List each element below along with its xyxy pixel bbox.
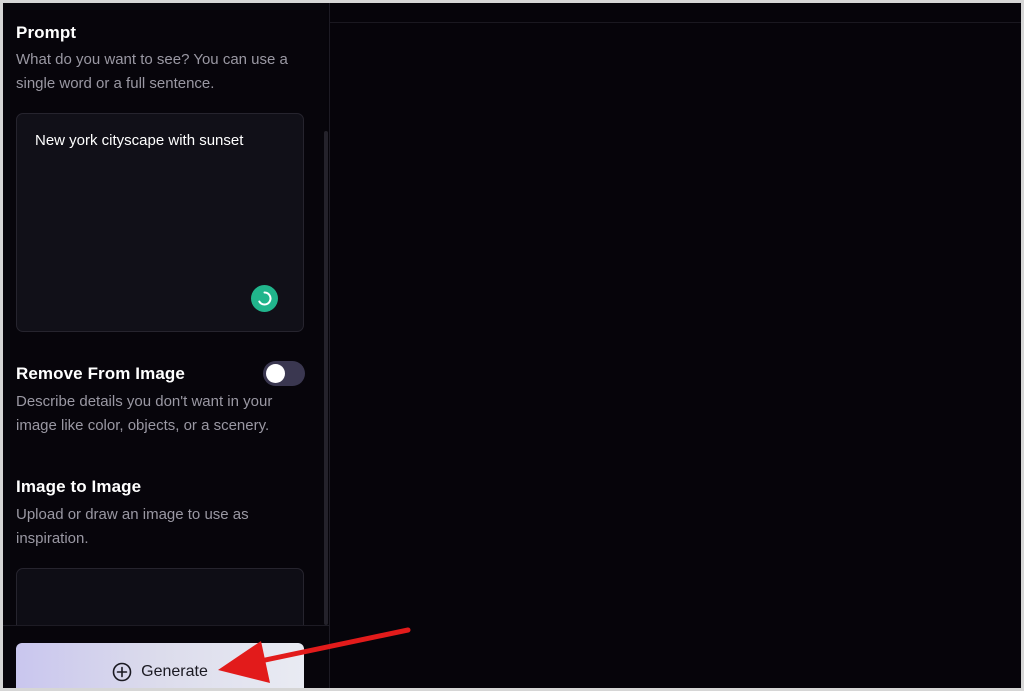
main-area-top-border <box>330 22 1021 23</box>
remove-from-image-description: Describe details you don't want in your … <box>16 393 273 434</box>
sidebar-scrollbar[interactable] <box>324 131 328 625</box>
generate-button[interactable]: Generate <box>16 643 304 688</box>
image-to-image-title: Image to Image <box>16 477 142 496</box>
generate-button-label: Generate <box>141 662 208 680</box>
toggle-knob <box>266 364 285 383</box>
sidebar-panel: Prompt What do you want to see? You can … <box>3 3 329 688</box>
sidebar-divider <box>329 3 330 688</box>
app-window: Prompt What do you want to see? You can … <box>0 0 1024 691</box>
prompt-input[interactable]: New york cityscape with sunset <box>16 113 304 332</box>
remove-from-image-toggle[interactable] <box>263 361 305 386</box>
remove-from-image-title: Remove From Image <box>16 364 185 383</box>
plus-circle-icon <box>112 662 132 682</box>
image-to-image-description: Upload or draw an image to use as inspir… <box>16 506 249 547</box>
prompt-input-value: New york cityscape with sunset <box>35 132 244 149</box>
prompt-title: Prompt <box>16 23 77 42</box>
loading-spinner-icon <box>251 285 278 312</box>
prompt-description: What do you want to see? You can use a s… <box>16 51 288 92</box>
